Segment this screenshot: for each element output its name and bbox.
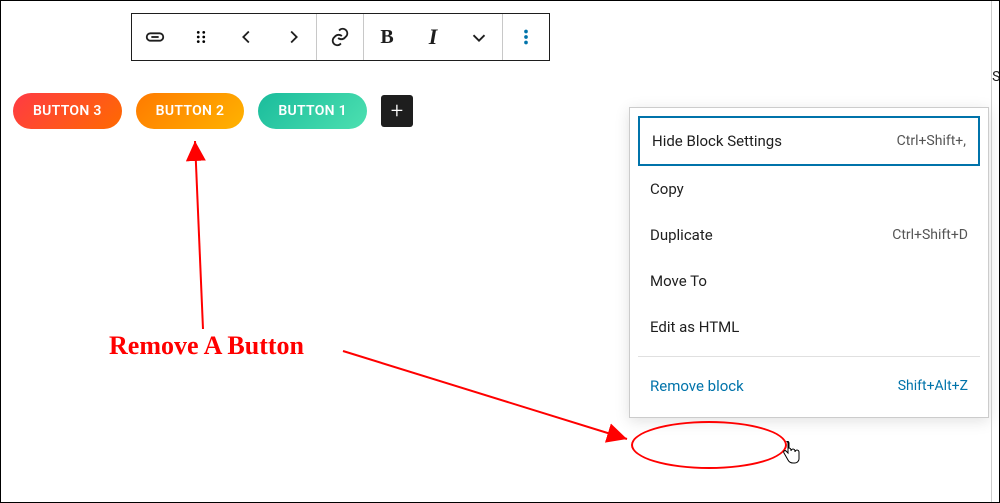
menu-item-label: Move To xyxy=(650,272,707,290)
bold-button[interactable]: B xyxy=(364,14,410,60)
menu-remove-block[interactable]: Remove block Shift+Alt+Z xyxy=(638,363,980,409)
italic-icon: I xyxy=(429,24,438,50)
menu-item-shortcut: Shift+Alt+Z xyxy=(898,378,968,394)
menu-item-label: Edit as HTML xyxy=(650,318,739,336)
drag-icon xyxy=(190,26,212,48)
button-2[interactable]: BUTTON 2 xyxy=(136,93,245,129)
menu-item-shortcut: Ctrl+Shift+, xyxy=(897,133,966,149)
menu-item-label: Hide Block Settings xyxy=(652,132,782,150)
menu-item-shortcut: Ctrl+Shift+D xyxy=(892,227,968,243)
annotation-label: Remove A Button xyxy=(109,331,304,361)
link-button[interactable] xyxy=(317,14,363,60)
italic-button[interactable]: I xyxy=(410,14,456,60)
block-options-menu: Hide Block Settings Ctrl+Shift+, Copy Du… xyxy=(629,107,989,418)
menu-copy[interactable]: Copy xyxy=(638,166,980,212)
menu-hide-block-settings[interactable]: Hide Block Settings Ctrl+Shift+, xyxy=(638,116,980,166)
menu-duplicate[interactable]: Duplicate Ctrl+Shift+D xyxy=(638,212,980,258)
link-icon xyxy=(329,26,351,48)
toolbar-group-link xyxy=(317,14,364,60)
menu-item-label: Duplicate xyxy=(650,226,713,244)
cursor-pointer-icon xyxy=(781,441,801,470)
menu-item-label: Copy xyxy=(650,180,684,198)
menu-separator xyxy=(638,356,980,357)
drag-handle[interactable] xyxy=(178,14,224,60)
menu-item-label: Remove block xyxy=(650,377,744,395)
chevron-left-icon xyxy=(236,26,258,48)
add-block-button[interactable]: + xyxy=(381,95,413,127)
buttons-block[interactable]: BUTTON 3 BUTTON 2 BUTTON 1 + xyxy=(13,93,413,129)
more-vertical-icon xyxy=(515,26,537,48)
annotation-oval xyxy=(631,421,787,469)
buttons-block-icon xyxy=(144,26,166,48)
button-1[interactable]: BUTTON 1 xyxy=(258,93,367,129)
toolbar-group-options xyxy=(503,14,549,60)
menu-edit-html[interactable]: Edit as HTML xyxy=(638,304,980,350)
options-button[interactable] xyxy=(503,14,549,60)
editor-frame: B I BUTTON 3 BUTTON 2 BUTTON 1 + Hide Bl… xyxy=(0,0,1000,503)
plus-icon: + xyxy=(391,99,403,124)
more-format-button[interactable] xyxy=(456,14,502,60)
button-3[interactable]: BUTTON 3 xyxy=(13,93,122,129)
chevron-right-icon xyxy=(282,26,304,48)
chevron-down-icon xyxy=(468,26,490,48)
toolbar-group-block xyxy=(132,14,317,60)
move-down-button[interactable] xyxy=(270,14,316,60)
bold-icon: B xyxy=(380,26,393,49)
toolbar-group-format: B I xyxy=(364,14,503,60)
sidebar-edge xyxy=(991,1,999,502)
move-up-button[interactable] xyxy=(224,14,270,60)
block-toolbar: B I xyxy=(131,13,550,61)
menu-move-to[interactable]: Move To xyxy=(638,258,980,304)
block-type-button[interactable] xyxy=(132,14,178,60)
